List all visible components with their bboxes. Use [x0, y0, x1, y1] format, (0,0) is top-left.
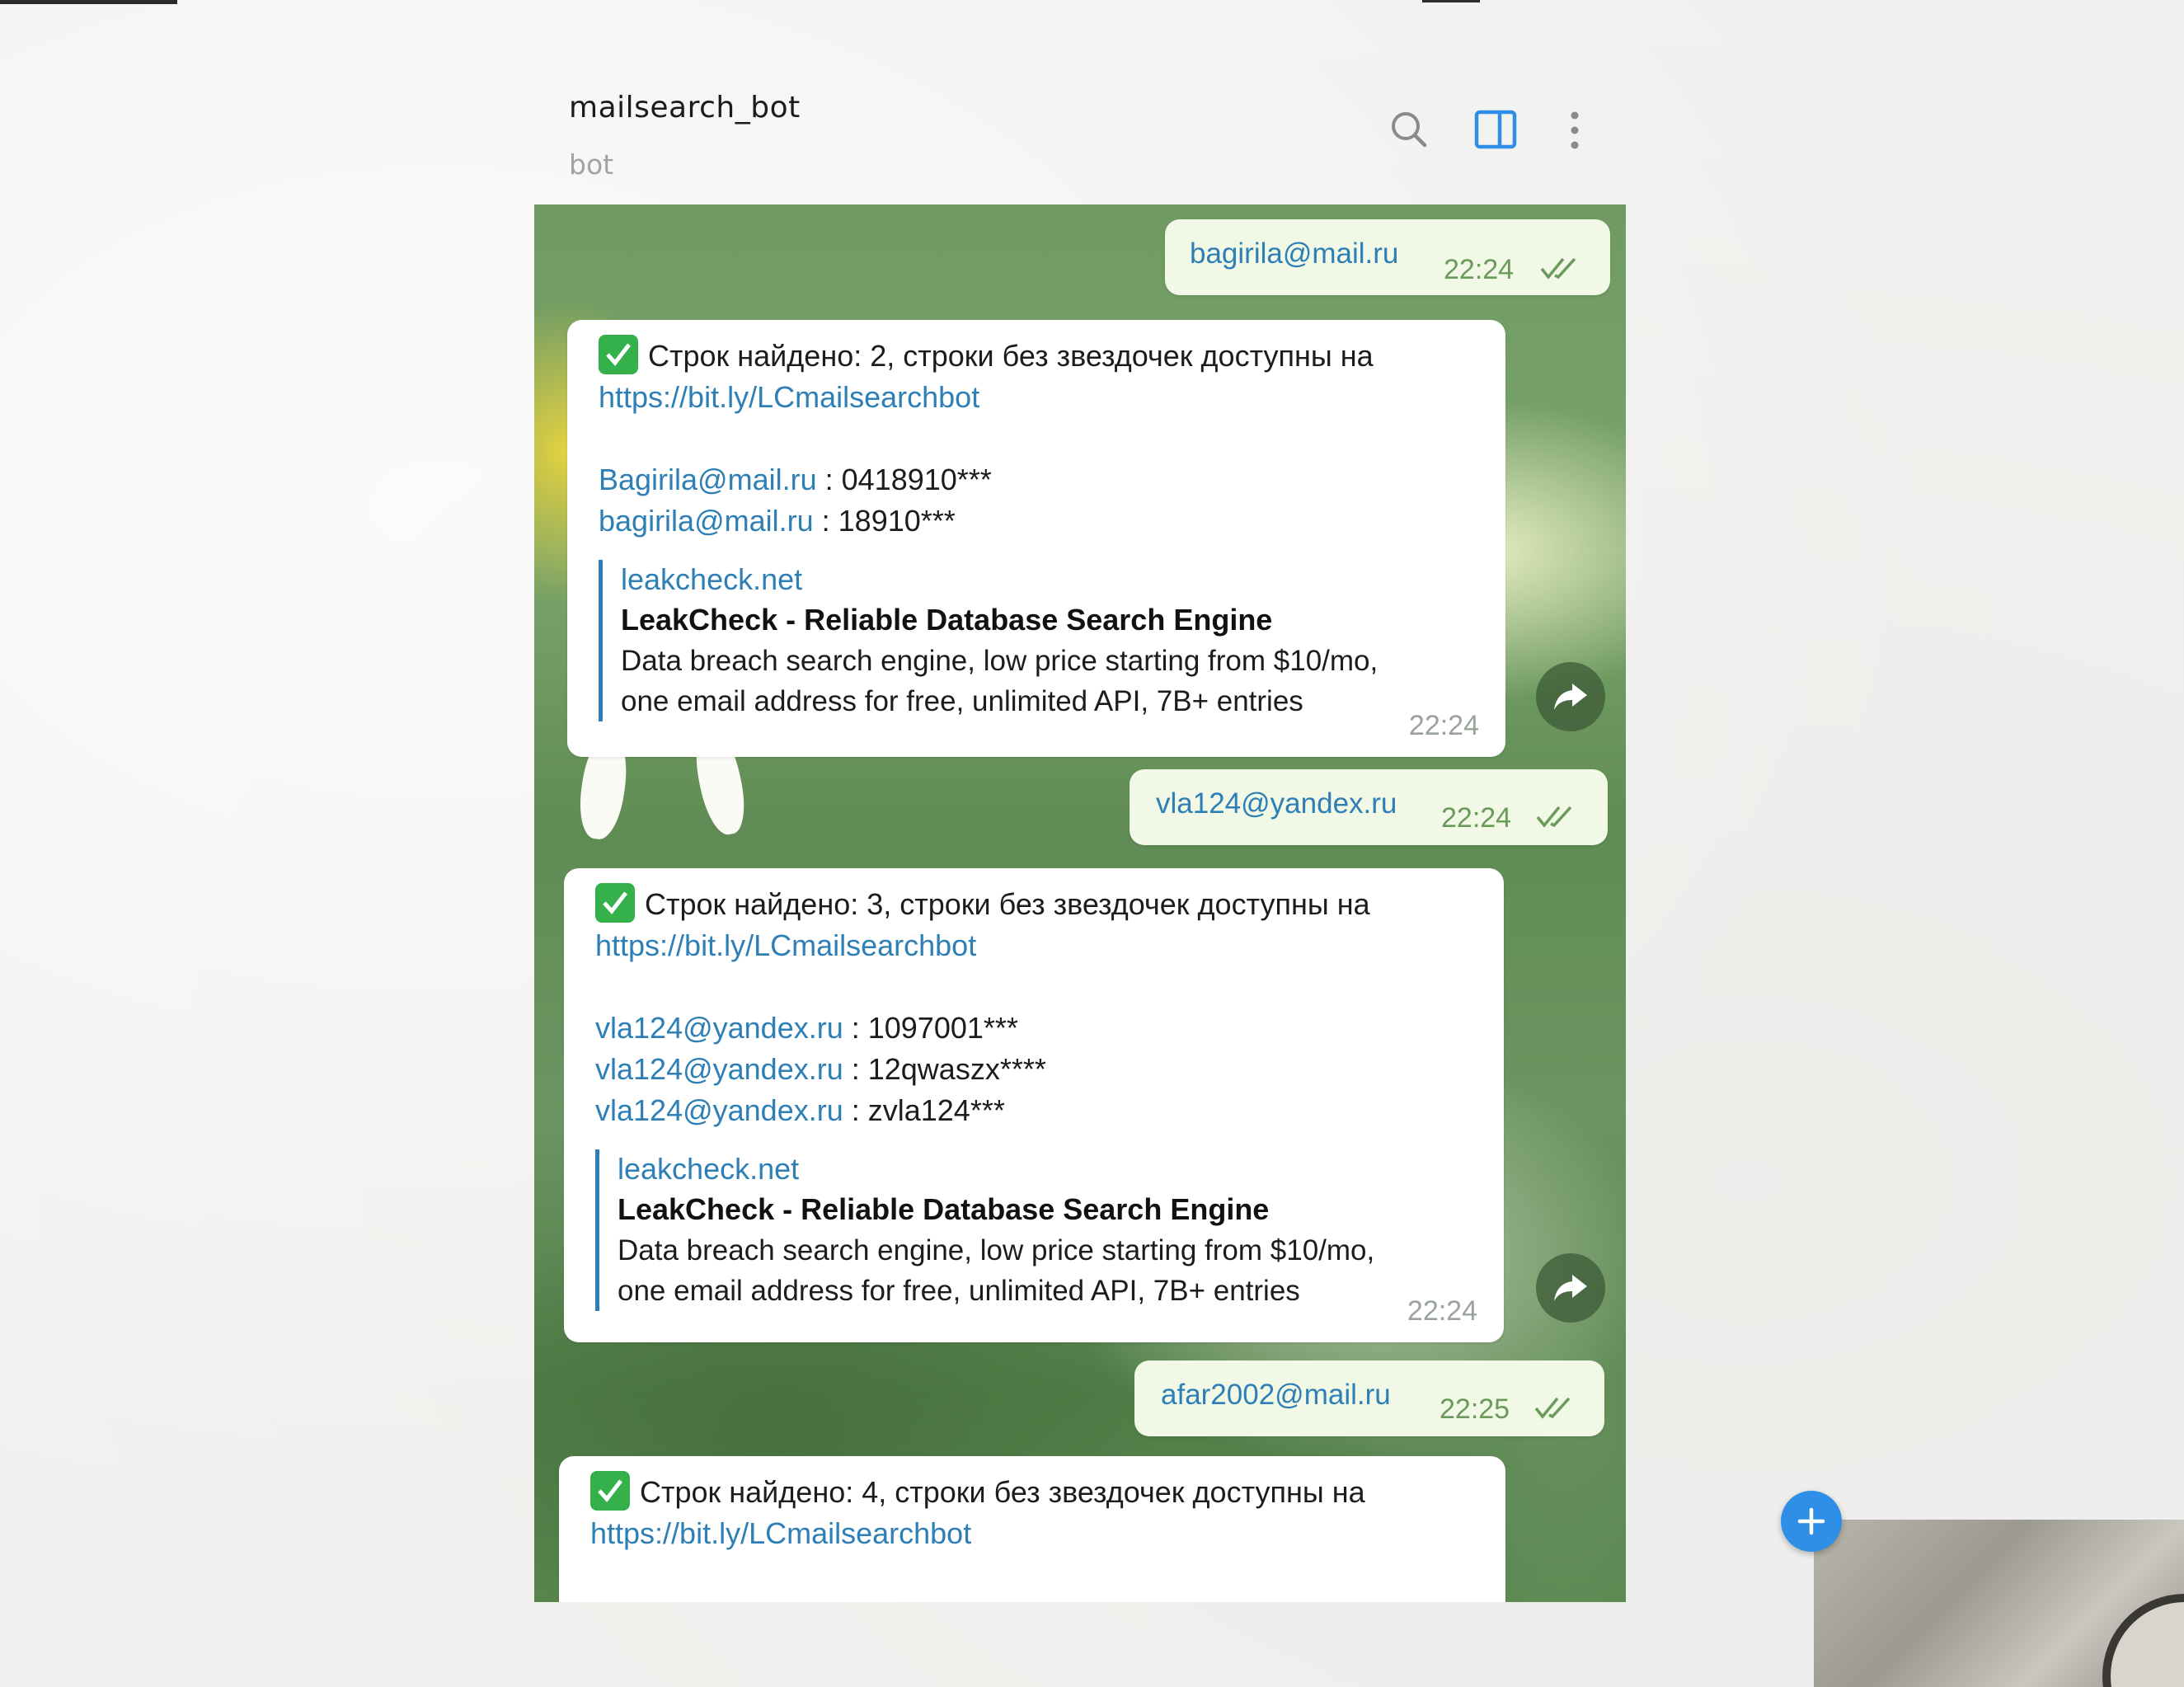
outgoing-message[interactable]: afar2002@mail.ru 22:25	[1134, 1360, 1604, 1436]
result-row: vla124@yandex.ru : 1097001***	[595, 1008, 1471, 1049]
read-ticks-icon	[1540, 257, 1576, 280]
forward-icon	[1554, 1275, 1587, 1301]
bot-link[interactable]: https://bit.ly/LCmailsearchbot	[599, 377, 1472, 418]
forward-icon	[1554, 684, 1587, 710]
link-preview[interactable]: leakcheck.net LeakCheck - Reliable Datab…	[595, 1149, 1471, 1311]
message-text: afar2002@mail.ru	[1161, 1379, 1391, 1411]
outgoing-message[interactable]: vla124@yandex.ru 22:24	[1130, 769, 1608, 845]
more-vertical-icon[interactable]	[1550, 106, 1599, 155]
message-time: 22:24	[1407, 1295, 1477, 1327]
chat-subtitle: bot	[569, 148, 614, 181]
incoming-message[interactable]: Строк найдено: 2, строки без звездочек д…	[567, 320, 1505, 757]
preview-description: one email address for free, unlimited AP…	[621, 685, 1303, 717]
check-mark-icon	[590, 1471, 630, 1511]
result-email[interactable]: Bagirila@mail.ru	[599, 463, 817, 496]
forward-button[interactable]	[1536, 1253, 1605, 1323]
screen-edge	[0, 0, 177, 4]
status-text: Строк найдено: 2, строки без звездочек д…	[648, 339, 1374, 373]
bot-link[interactable]: https://bit.ly/LCmailsearchbot	[590, 1513, 1472, 1554]
result-row: vla124@yandex.ru : zvla124***	[595, 1090, 1471, 1131]
preview-site: leakcheck.net	[621, 562, 803, 596]
status-line: Строк найдено: 4, строки без звездочек д…	[590, 1471, 1472, 1513]
result-email[interactable]: vla124@yandex.ru	[595, 1011, 843, 1045]
check-mark-icon	[595, 883, 635, 923]
status-text: Строк найдено: 3, строки без звездочек д…	[645, 887, 1370, 921]
preview-description: Data breach search engine, low price sta…	[621, 645, 1379, 677]
result-email[interactable]: vla124@yandex.ru	[595, 1093, 843, 1127]
message-time: 22:24	[1408, 710, 1479, 741]
result-value: : 18910***	[813, 504, 956, 538]
result-value: : 12qwaszx****	[843, 1052, 1046, 1086]
status-line: Строк найдено: 2, строки без звездочек д…	[599, 335, 1472, 377]
message-time: 22:25	[1440, 1393, 1510, 1425]
preview-title: LeakCheck - Reliable Database Search Eng…	[618, 1192, 1270, 1226]
plus-icon	[1797, 1507, 1825, 1535]
read-ticks-icon	[1534, 1397, 1571, 1419]
result-value: : 0418910***	[816, 463, 992, 496]
preview-description: one email address for free, unlimited AP…	[618, 1275, 1300, 1307]
result-email[interactable]: bagirila@mail.ru	[599, 504, 814, 538]
preview-title: LeakCheck - Reliable Database Search Eng…	[621, 603, 1273, 637]
chat-header: mailsearch_bot bot	[569, 91, 1599, 190]
message-time: 22:24	[1441, 802, 1512, 834]
preview-description: Data breach search engine, low price sta…	[618, 1234, 1375, 1266]
result-email[interactable]: vla124@yandex.ru	[595, 1052, 843, 1086]
message-time: 22:24	[1444, 254, 1515, 285]
search-icon[interactable]	[1385, 106, 1435, 155]
result-row: Bagirila@mail.ru : 0418910***	[599, 459, 1472, 500]
chat-messages[interactable]: bagirila@mail.ru 22:24 Строк найдено: 2,…	[534, 204, 1626, 1602]
preview-site: leakcheck.net	[618, 1152, 800, 1186]
incoming-message[interactable]: Строк найдено: 3, строки без звездочек д…	[564, 868, 1504, 1342]
bot-link[interactable]: https://bit.ly/LCmailsearchbot	[595, 925, 1471, 966]
forward-button[interactable]	[1536, 662, 1605, 731]
chat-title[interactable]: mailsearch_bot	[569, 91, 801, 125]
sidebar-panel-icon[interactable]	[1472, 106, 1521, 155]
add-button[interactable]	[1781, 1491, 1842, 1552]
check-mark-icon	[599, 335, 638, 374]
incoming-message[interactable]: Строк найдено: 4, строки без звездочек д…	[559, 1456, 1505, 1602]
status-text: Строк найдено: 4, строки без звездочек д…	[640, 1475, 1365, 1509]
result-value: : 1097001***	[843, 1011, 1018, 1045]
link-preview[interactable]: leakcheck.net LeakCheck - Reliable Datab…	[599, 560, 1472, 721]
outgoing-message[interactable]: bagirila@mail.ru 22:24	[1165, 219, 1610, 295]
thumbnail-image	[1814, 1520, 2184, 1687]
message-text: bagirila@mail.ru	[1190, 237, 1399, 270]
result-row: bagirila@mail.ru : 18910***	[599, 500, 1472, 542]
screen-edge	[1422, 0, 1480, 2]
result-value: : zvla124***	[843, 1093, 1005, 1127]
read-ticks-icon	[1536, 806, 1572, 828]
photographed-screen: mailsearch_bot bot bagirila@mail.ru 22:2…	[0, 0, 2184, 1687]
status-line: Строк найдено: 3, строки без звездочек д…	[595, 883, 1471, 925]
message-text: vla124@yandex.ru	[1156, 787, 1397, 820]
result-row: vla124@yandex.ru : 12qwaszx****	[595, 1049, 1471, 1090]
